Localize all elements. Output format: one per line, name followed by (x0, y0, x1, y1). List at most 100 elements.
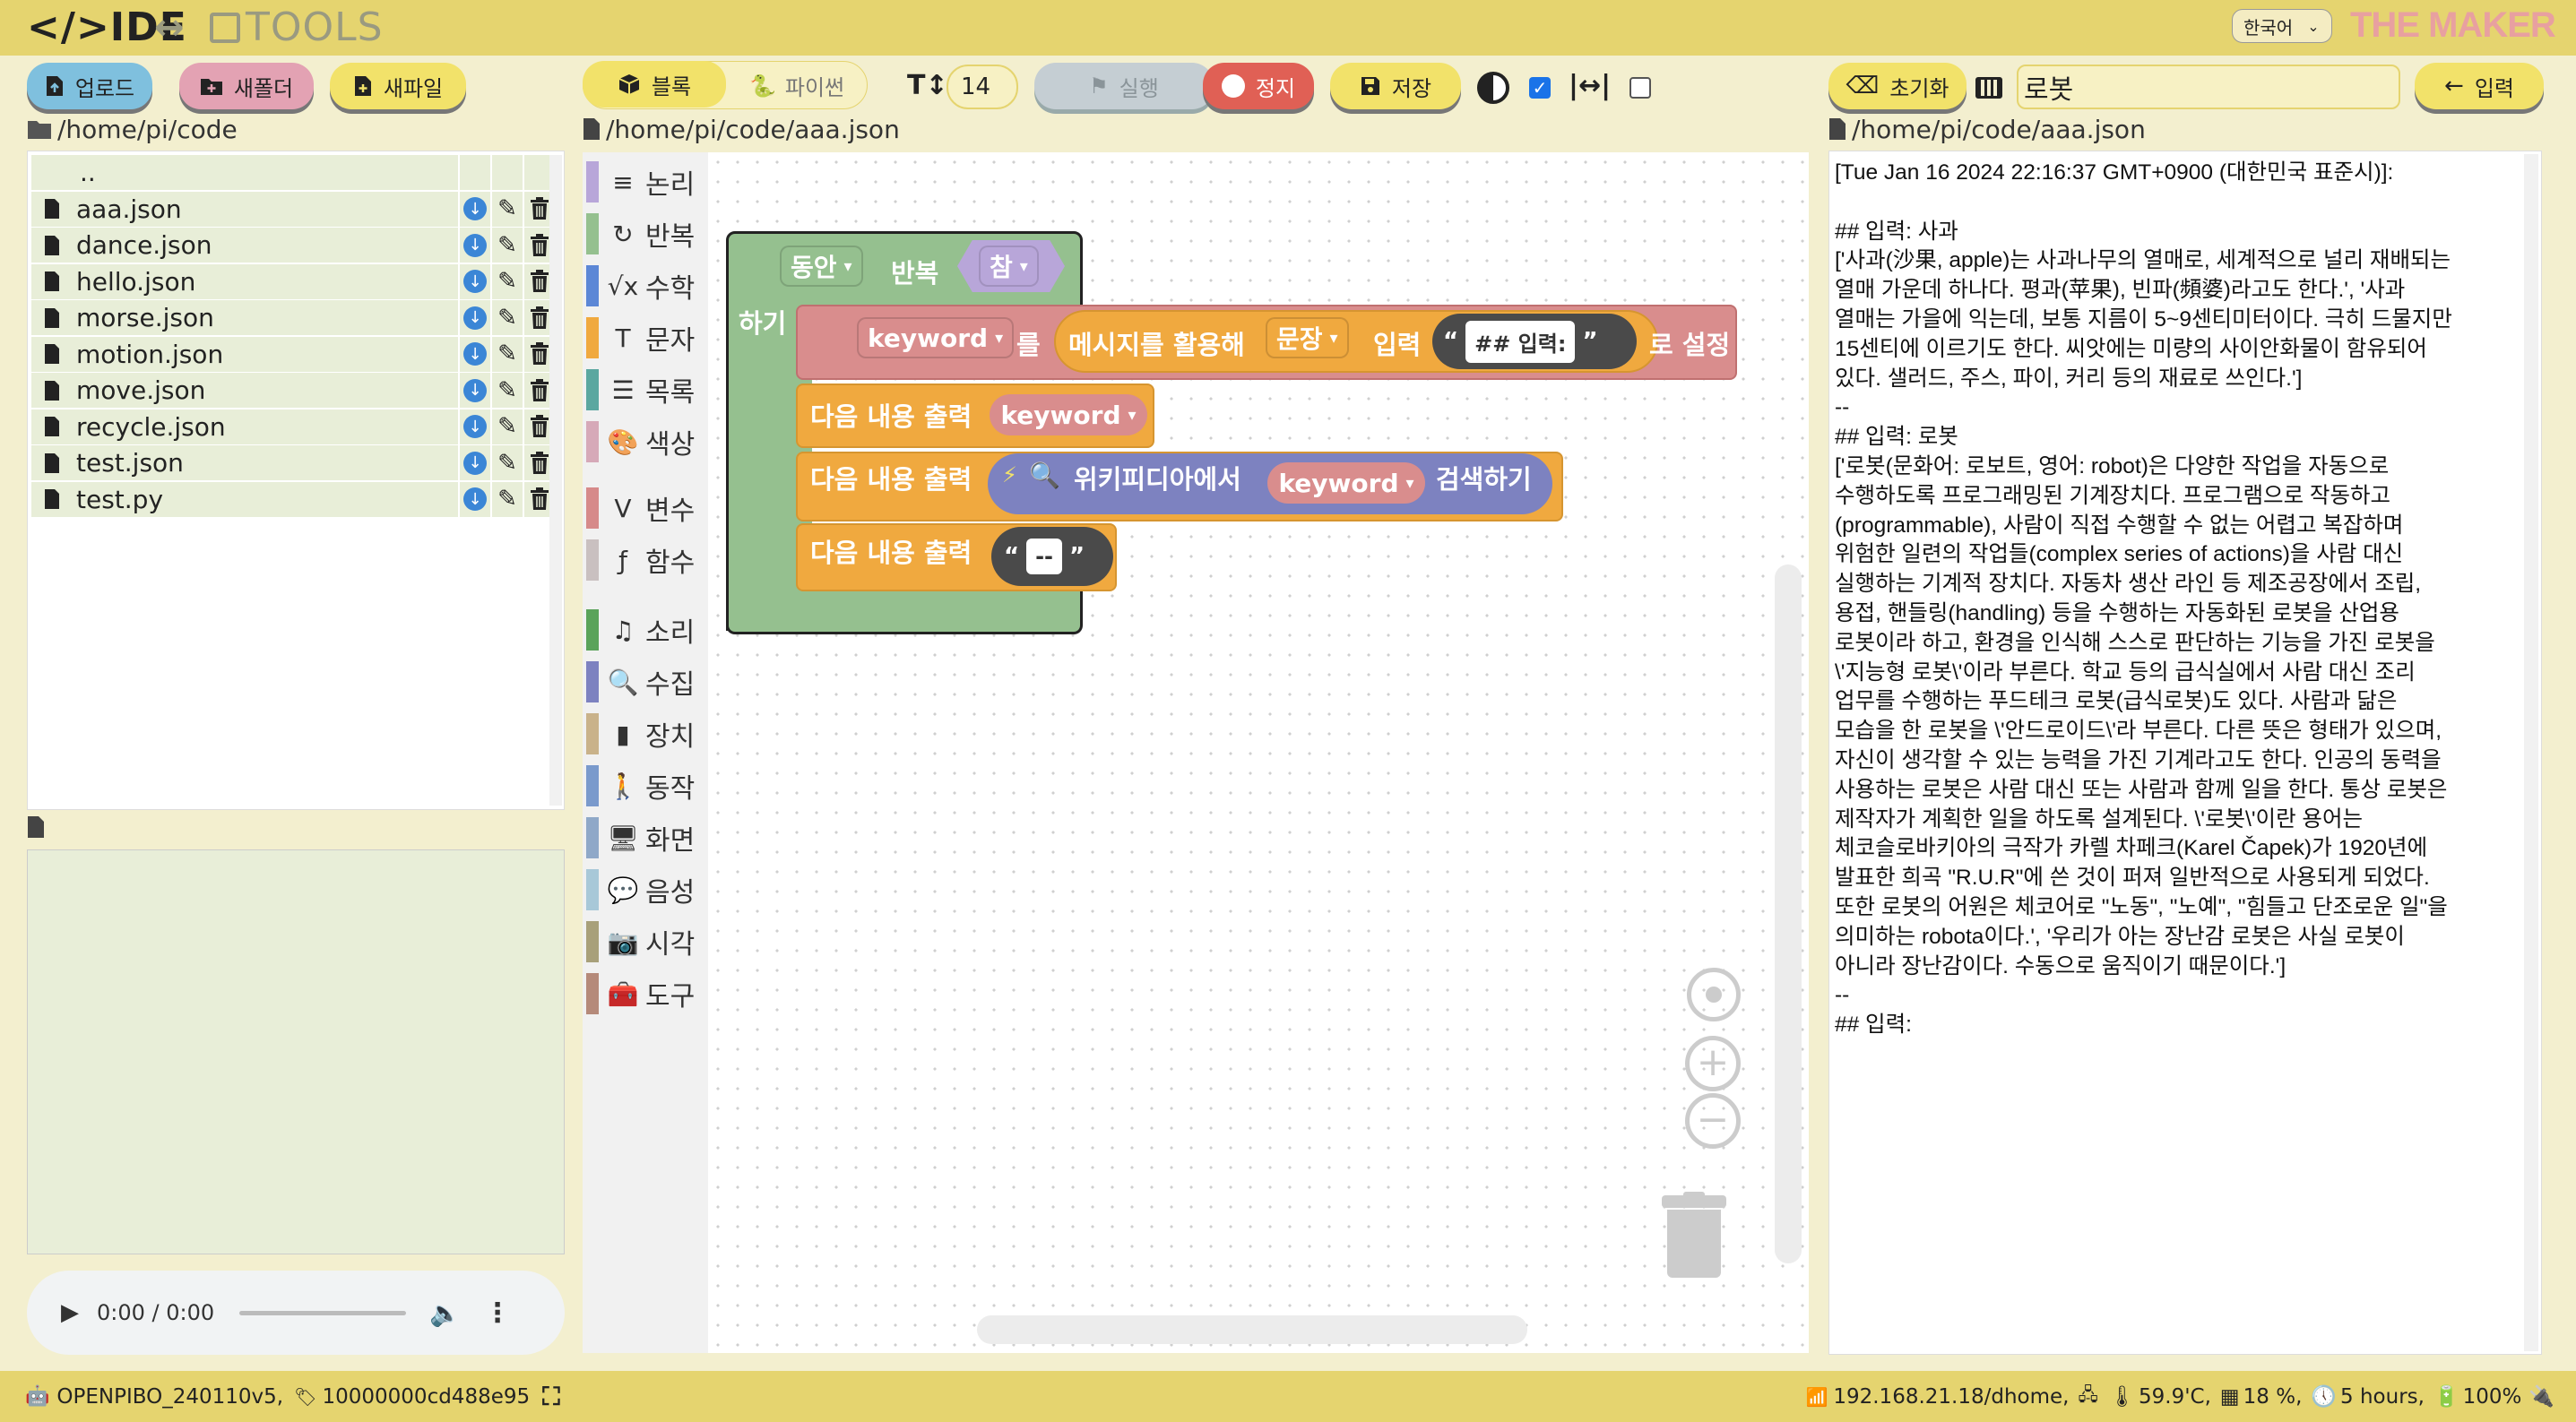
download-icon[interactable]: ↓ (458, 263, 490, 299)
category-8[interactable]: ƒ 함수 (583, 538, 695, 582)
download-icon[interactable]: ↓ (458, 336, 490, 372)
flag-icon: ⚑ (1089, 73, 1109, 99)
category-label: 목록 (645, 377, 696, 409)
file-row[interactable]: move.json ↓ ✎ (31, 372, 555, 409)
left-path-text: /home/pi/code (57, 114, 238, 144)
category-6[interactable]: 🎨 색상 (583, 419, 695, 464)
recenter-icon[interactable] (1687, 968, 1741, 1021)
tools-logo[interactable]: TOOLS (246, 0, 384, 56)
pencil-icon[interactable]: ✎ (490, 191, 523, 227)
more-options-icon[interactable]: ⋮ (484, 1297, 511, 1329)
pencil-icon[interactable]: ✎ (490, 336, 523, 372)
repeat-label: 반복 (891, 258, 939, 289)
download-icon[interactable]: ↓ (458, 481, 490, 517)
reset-label: 초기화 (1889, 75, 1949, 101)
boolean-dropdown[interactable]: 참 ▾ (979, 246, 1039, 287)
file-row[interactable]: morse.json ↓ ✎ (31, 299, 555, 336)
file-row[interactable]: motion.json ↓ ✎ (31, 336, 555, 373)
floppy-icon (1361, 77, 1379, 95)
category-1[interactable]: ≡ 논리 (583, 159, 695, 204)
pencil-icon[interactable]: ✎ (490, 263, 523, 299)
run-button[interactable]: ⚑ 실행 (1034, 63, 1214, 109)
file-list: .. aaa.json ↓ ✎ dance.json ↓ ✎ hello.json ↓ ✎ mors… (27, 151, 565, 810)
download-icon[interactable]: ↓ (458, 191, 490, 227)
trash-icon[interactable] (1662, 1192, 1726, 1280)
output-line: 열매 가운데 하나다. 평과(苹果), 빈파(頻婆)라고도 한다.', '사과 (1835, 278, 2406, 303)
block-workspace[interactable]: 하기 동안 ▾ 반복 참 ▾ keyword ▾ 를 메시지를 활용해 문장 ▾ 입력 … (708, 152, 1809, 1353)
workspace-vertical-scrollbar[interactable] (1775, 564, 1802, 1263)
file-row[interactable]: test.py ↓ ✎ (31, 481, 555, 518)
chat-input-field[interactable]: 로봇 (2017, 65, 2400, 109)
category-2[interactable]: ↻ 반복 (583, 211, 695, 256)
while-mode-dropdown[interactable]: 동안 ▾ (780, 246, 863, 287)
output-line: [Tue Jan 16 2024 22:16:37 GMT+0900 (대한민국… (1835, 160, 2394, 185)
file-row[interactable]: hello.json ↓ ✎ (31, 263, 555, 300)
pencil-icon[interactable]: ✎ (490, 444, 523, 481)
variable-dropdown[interactable]: keyword ▾ (857, 317, 1015, 358)
category-11[interactable]: ▮ 장치 (583, 711, 695, 756)
category-12[interactable]: 🚶 동작 (583, 763, 695, 808)
download-icon[interactable]: ↓ (458, 372, 490, 409)
file-row[interactable]: dance.json ↓ ✎ (31, 227, 555, 263)
download-icon[interactable]: ↓ (458, 227, 490, 263)
keyword-variable-1[interactable]: keyword ▾ (990, 394, 1147, 435)
audio-player[interactable]: ▶ 0:00 / 0:00 🔈 ⋮ (27, 1271, 565, 1355)
file-row[interactable]: recycle.json ↓ ✎ (31, 409, 555, 445)
category-15[interactable]: 📷 시각 (583, 919, 695, 964)
category-16[interactable]: 🧰 도구 (583, 971, 695, 1016)
dash-text-field[interactable]: -- (1026, 539, 1063, 574)
audio-seek-bar[interactable] (239, 1310, 407, 1315)
tab-block[interactable]: 블록 (583, 61, 726, 108)
file-name: recycle.json (76, 411, 226, 442)
pencil-icon[interactable]: ✎ (490, 409, 523, 444)
switch-arrow-icon[interactable]: ↔ (154, 0, 186, 56)
download-icon[interactable]: ↓ (458, 444, 490, 481)
save-button[interactable]: 저장 (1330, 63, 1461, 109)
volume-icon[interactable]: 🔈 (429, 1298, 461, 1328)
prompt-text-block[interactable]: “ ## 입력: ” (1432, 314, 1637, 369)
download-icon[interactable]: ↓ (458, 299, 490, 336)
zoom-out-icon[interactable]: − (1685, 1093, 1741, 1149)
contrast-toggle-icon[interactable] (1477, 72, 1509, 104)
language-select[interactable]: 한국어 ⌄ (2232, 9, 2332, 43)
pencil-icon[interactable]: ✎ (490, 481, 523, 517)
new-file-button[interactable]: 새파일 (330, 63, 466, 109)
width-toggle-icon[interactable]: |↔| (1569, 70, 1611, 101)
file-row[interactable]: aaa.json ↓ ✎ (31, 191, 555, 228)
chevron-down-icon: ▾ (843, 256, 852, 276)
pencil-icon[interactable]: ✎ (490, 299, 523, 336)
tab-python[interactable]: 🐍 파이썬 (749, 70, 844, 101)
category-13[interactable]: 🖥 화면 (583, 815, 695, 860)
parent-dir-row[interactable]: .. (31, 154, 555, 191)
dash-text-block[interactable]: “ -- ” (991, 527, 1113, 586)
font-size-input[interactable]: 14 (947, 65, 1018, 109)
workspace-horizontal-scrollbar[interactable] (977, 1315, 1527, 1344)
file-list-scrollbar[interactable] (549, 155, 562, 806)
stop-button[interactable]: 정지 (1203, 63, 1314, 109)
category-7[interactable]: V 변수 (583, 486, 695, 530)
category-icon: √x (607, 271, 639, 301)
output-scrollbar[interactable] (2524, 154, 2538, 1351)
category-5[interactable]: ☰ 목록 (583, 367, 695, 412)
category-4[interactable]: T 문자 (583, 315, 695, 360)
new-folder-button[interactable]: 새폴더 (179, 63, 314, 109)
upload-button[interactable]: 업로드 (27, 63, 152, 109)
download-icon[interactable]: ↓ (458, 409, 490, 444)
category-14[interactable]: 💬 음성 (583, 867, 695, 912)
contrast-checkbox[interactable]: ✓ (1529, 77, 1551, 99)
zoom-in-icon[interactable]: + (1685, 1036, 1741, 1091)
fullscreen-icon[interactable]: ⛶ (542, 1382, 560, 1412)
prompt-text-field[interactable]: ## 입력: (1465, 320, 1576, 363)
keyword-variable-2[interactable]: keyword ▾ (1267, 462, 1425, 504)
category-10[interactable]: 🔍 수집 (583, 659, 695, 704)
width-checkbox[interactable] (1629, 77, 1651, 99)
reset-button[interactable]: ⌫ 초기화 (1828, 63, 1967, 109)
category-3[interactable]: √x 수학 (583, 263, 695, 308)
prompt-type-dropdown[interactable]: 문장 ▾ (1266, 317, 1349, 358)
category-9[interactable]: ♫ 소리 (583, 608, 695, 652)
pencil-icon[interactable]: ✎ (490, 372, 523, 409)
file-row[interactable]: test.json ↓ ✎ (31, 444, 555, 481)
submit-button[interactable]: ← 입력 (2415, 63, 2544, 109)
pencil-icon[interactable]: ✎ (490, 227, 523, 263)
play-icon[interactable]: ▶ (61, 1299, 79, 1326)
